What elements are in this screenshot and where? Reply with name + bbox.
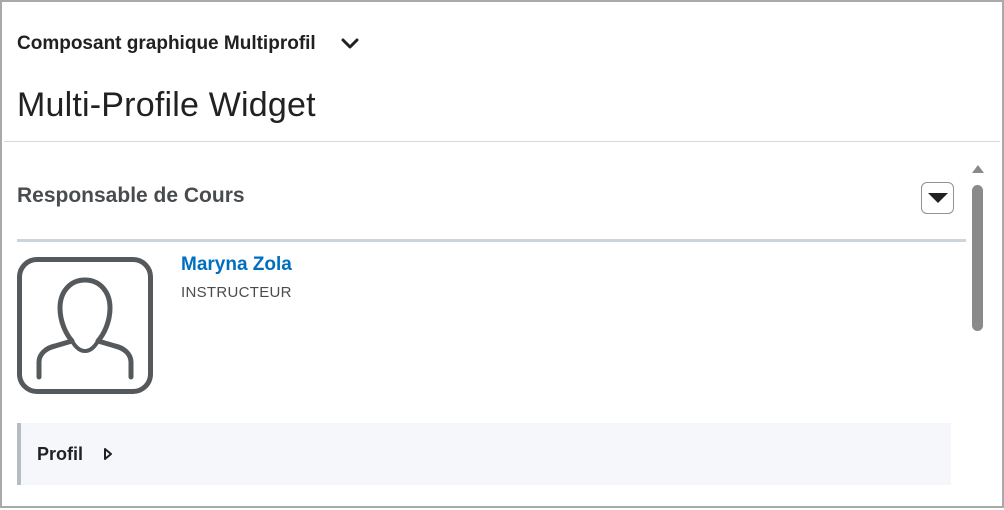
profile-caret [103, 447, 113, 461]
user-avatar [17, 257, 153, 394]
vertical-scrollbar[interactable] [968, 158, 988, 510]
widget-selector: Composant graphique Multiprofil [17, 32, 362, 56]
widget-frame: Composant graphique Multiprofil Multi-Pr… [0, 0, 1004, 508]
profile-expand-toggle[interactable]: Profil [37, 444, 113, 465]
widget-selector-title: Composant graphique Multiprofil [17, 33, 316, 54]
profile-label: Profil [37, 443, 84, 464]
caret-down-icon [927, 193, 948, 203]
chevron-down-icon [341, 38, 359, 49]
profile-panel: Profil [17, 423, 951, 485]
section-divider [17, 239, 966, 242]
page-title: Multi-Profile Widget [17, 86, 316, 124]
section-heading: Responsable de Cours [17, 184, 245, 207]
user-role: INSTRUCTEUR [181, 284, 292, 301]
user-name-link[interactable]: Maryna Zola [181, 254, 292, 276]
caret-right-icon [104, 448, 113, 460]
scroll-up-arrow-icon[interactable] [971, 161, 985, 179]
header-divider [4, 141, 1000, 142]
scrollbar-thumb[interactable] [972, 185, 983, 331]
widget-selector-dropdown-button[interactable] [338, 32, 362, 56]
section-collapse-button[interactable] [921, 182, 954, 214]
default-user-avatar-icon [36, 277, 134, 380]
